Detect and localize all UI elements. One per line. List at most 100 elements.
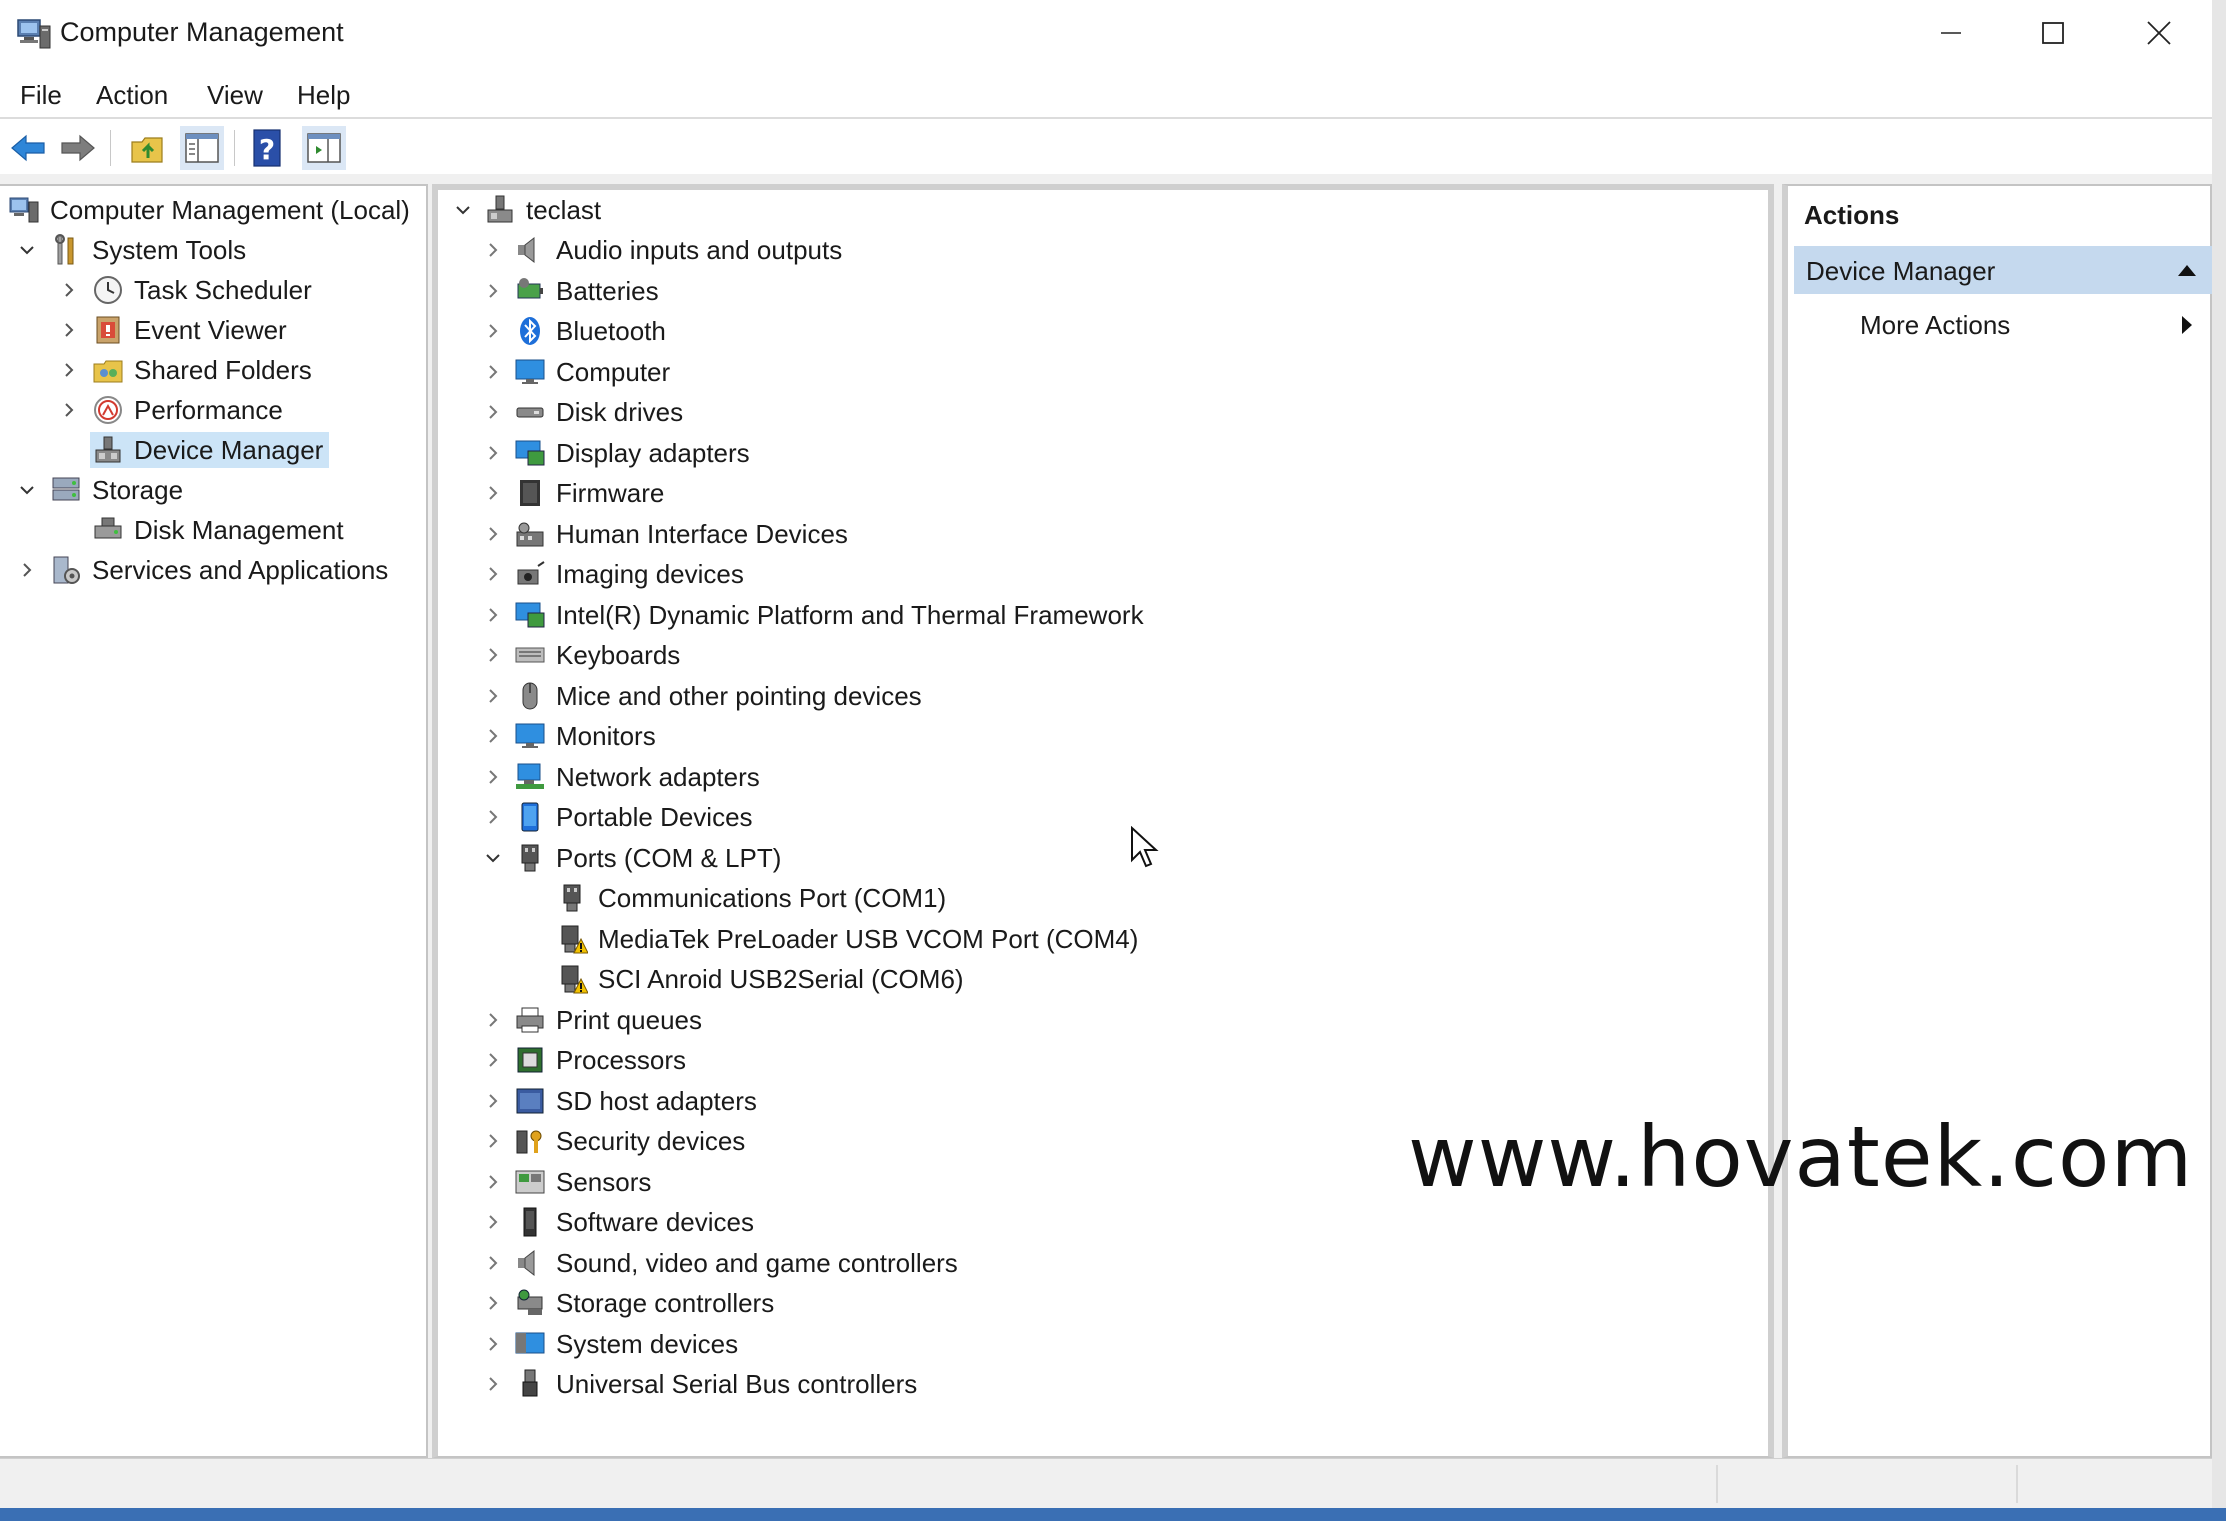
chevron-down-icon[interactable] [482, 847, 504, 869]
chevron-down-icon[interactable] [452, 199, 474, 221]
chevron-right-icon[interactable] [482, 1333, 504, 1355]
chevron-right-icon[interactable] [58, 359, 80, 381]
title-bar: Computer Management [0, 0, 2212, 66]
tree-item-label: Performance [134, 394, 283, 425]
device-category-computer[interactable]: Computer [482, 352, 670, 392]
chevron-right-icon[interactable] [482, 320, 504, 342]
chevron-right-icon[interactable] [482, 725, 504, 747]
device-category-sensors[interactable]: Sensors [482, 1162, 651, 1202]
device-category-network-adapters[interactable]: Network adapters [482, 757, 760, 797]
forward-button[interactable] [56, 126, 100, 170]
device-category-bluetooth[interactable]: Bluetooth [482, 311, 666, 351]
chevron-right-icon[interactable] [482, 766, 504, 788]
device-category-processors[interactable]: Processors [482, 1040, 686, 1080]
tree-item-task-scheduler[interactable]: Task Scheduler [58, 270, 318, 310]
device-category-mice-pointing-devices[interactable]: Mice and other pointing devices [482, 676, 922, 716]
collapse-up-icon[interactable] [2176, 262, 2198, 278]
tree-item-computer-management[interactable]: Computer Management (Local) [6, 190, 416, 230]
chevron-right-icon[interactable] [482, 442, 504, 464]
device-category-disk-drives[interactable]: Disk drives [482, 392, 683, 432]
tree-item-device-manager[interactable]: Device Manager [58, 430, 330, 470]
chevron-down-icon[interactable] [16, 239, 38, 261]
chevron-right-icon[interactable] [482, 644, 504, 666]
device-category-intel-dptf[interactable]: Intel(R) Dynamic Platform and Thermal Fr… [482, 595, 1144, 635]
device-category-security-devices[interactable]: Security devices [482, 1121, 745, 1161]
device-category-label: Disk drives [556, 396, 684, 427]
up-one-level-button[interactable] [126, 126, 170, 170]
chevron-right-icon[interactable] [482, 685, 504, 707]
help-button[interactable]: ? [246, 126, 290, 170]
device-category-print-queues[interactable]: Print queues [482, 1000, 702, 1040]
chevron-right-icon[interactable] [58, 319, 80, 341]
chevron-right-icon[interactable] [482, 1009, 504, 1031]
device-category-sound-video-game-controllers[interactable]: Sound, video and game controllers [482, 1243, 958, 1283]
actions-section-device-manager[interactable]: Device Manager [1794, 246, 2212, 294]
chevron-right-icon[interactable] [482, 482, 504, 504]
device-category-batteries[interactable]: Batteries [482, 271, 659, 311]
chevron-right-icon[interactable] [482, 806, 504, 828]
chevron-right-icon[interactable] [482, 1252, 504, 1274]
tree-item-storage[interactable]: Storage [16, 470, 189, 510]
menu-help[interactable]: Help [297, 78, 350, 113]
chevron-right-icon[interactable] [482, 280, 504, 302]
device-category-imaging-devices[interactable]: Imaging devices [482, 554, 744, 594]
device-tree-pane[interactable]: teclast Audio inputs and outputs Batterie… [432, 184, 1774, 1458]
chevron-right-icon[interactable] [482, 401, 504, 423]
device-category-mediatek-preloader-vcom-com4[interactable]: MediaTek PreLoader USB VCOM Port (COM4) [524, 919, 1138, 959]
tree-item-services-applications[interactable]: Services and Applications [16, 550, 394, 590]
chevron-right-icon[interactable] [16, 559, 38, 581]
chevron-right-icon[interactable] [482, 1211, 504, 1233]
menu-action[interactable]: Action [96, 78, 168, 113]
device-root-teclast[interactable]: teclast [452, 190, 601, 230]
close-button[interactable] [2124, 10, 2194, 56]
device-category-usb-controllers[interactable]: Universal Serial Bus controllers [482, 1364, 917, 1404]
chevron-right-icon[interactable] [482, 1171, 504, 1193]
console-tree-pane[interactable]: Computer Management (Local) System Tools… [0, 184, 428, 1458]
chevron-right-icon[interactable] [482, 563, 504, 585]
device-category-firmware[interactable]: Firmware [482, 473, 664, 513]
chevron-right-icon[interactable] [482, 1049, 504, 1071]
more-actions-item[interactable]: More Actions [1794, 300, 2212, 344]
chevron-right-icon[interactable] [482, 1373, 504, 1395]
tree-item-shared-folders[interactable]: Shared Folders [58, 350, 318, 390]
device-category-human-interface-devices[interactable]: Human Interface Devices [482, 514, 848, 554]
maximize-button[interactable] [2018, 10, 2088, 56]
device-category-monitors[interactable]: Monitors [482, 716, 656, 756]
device-category-display-adapters[interactable]: Display adapters [482, 433, 750, 473]
device-category-label: Keyboards [556, 639, 681, 670]
tree-item-system-tools[interactable]: System Tools [16, 230, 252, 270]
pane-splitter[interactable] [1774, 184, 1782, 1458]
chevron-right-icon[interactable] [482, 1090, 504, 1112]
chevron-right-icon[interactable] [482, 361, 504, 383]
tree-item-disk-management[interactable]: Disk Management [58, 510, 350, 550]
device-category-ports-com-lpt[interactable]: Ports (COM & LPT) [482, 838, 781, 878]
menu-view[interactable]: View [207, 78, 263, 113]
menu-file[interactable]: File [20, 78, 62, 113]
chevron-right-icon[interactable] [482, 604, 504, 626]
maximize-icon [2042, 22, 2064, 44]
device-category-sci-anroid-usb2serial-com6[interactable]: SCI Anroid USB2Serial (COM6) [524, 959, 964, 999]
chevron-right-icon[interactable] [482, 1130, 504, 1152]
tree-item-performance[interactable]: Performance [58, 390, 289, 430]
device-category-storage-controllers[interactable]: Storage controllers [482, 1283, 774, 1323]
device-category-sd-host-adapters[interactable]: SD host adapters [482, 1081, 757, 1121]
device-category-system-devices[interactable]: System devices [482, 1324, 738, 1364]
device-category-communications-port-com1[interactable]: Communications Port (COM1) [524, 878, 946, 918]
chevron-right-icon[interactable] [482, 1292, 504, 1314]
minimize-button[interactable] [1916, 10, 1986, 56]
chevron-down-icon[interactable] [16, 479, 38, 501]
back-button[interactable] [6, 126, 50, 170]
camera-icon [517, 561, 545, 585]
show-hide-action-pane-button[interactable] [302, 126, 346, 170]
chevron-right-icon[interactable] [482, 523, 504, 545]
tree-item-event-viewer[interactable]: Event Viewer [58, 310, 293, 350]
device-category-keyboards[interactable]: Keyboards [482, 635, 680, 675]
device-category-label: Storage controllers [556, 1287, 775, 1318]
chevron-right-icon[interactable] [482, 239, 504, 261]
show-hide-tree-button[interactable] [180, 126, 224, 170]
device-category-audio-inputs-outputs[interactable]: Audio inputs and outputs [482, 230, 842, 270]
device-category-software-devices[interactable]: Software devices [482, 1202, 754, 1242]
chevron-right-icon[interactable] [58, 279, 80, 301]
chevron-right-icon[interactable] [58, 399, 80, 421]
device-category-portable-devices[interactable]: Portable Devices [482, 797, 753, 837]
